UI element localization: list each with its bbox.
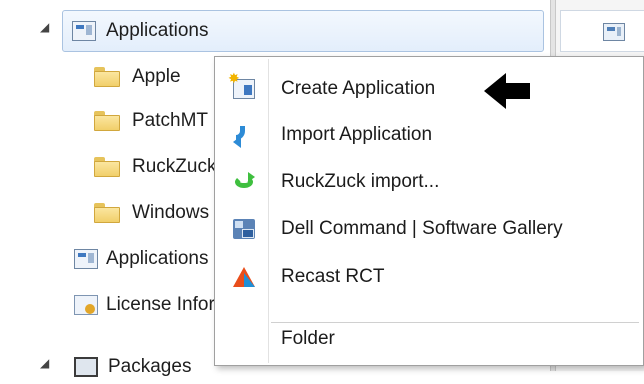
tree-item-label: RuckZuck xyxy=(132,156,217,177)
menu-item-folder[interactable]: Folder xyxy=(217,320,641,358)
folder-icon xyxy=(94,203,120,223)
dell-command-icon xyxy=(233,219,255,239)
tree-item-patchmt[interactable]: PatchMT xyxy=(94,104,208,138)
license-icon xyxy=(74,295,98,315)
tree-item-applications-2[interactable]: Applications xyxy=(74,242,208,276)
folder-icon xyxy=(94,111,120,131)
menu-item-label: RuckZuck import... xyxy=(281,171,440,192)
tree-item-applications[interactable]: Applications xyxy=(72,14,208,48)
ruckzuck-icon xyxy=(233,172,255,192)
folder-icon xyxy=(94,67,120,87)
tree-item-label: PatchMT xyxy=(132,110,209,131)
application-icon xyxy=(72,21,96,41)
menu-item-label: Import Application xyxy=(281,124,433,145)
tree-item-apple[interactable]: Apple xyxy=(94,60,181,94)
black-arrow-pointing-left-icon xyxy=(484,73,530,109)
folder-icon xyxy=(94,157,120,177)
tree-item-label: Apple xyxy=(132,66,181,87)
menu-item-import-application[interactable]: Import Application xyxy=(217,116,641,154)
tree-item-label: Packages xyxy=(108,356,192,377)
import-application-icon xyxy=(233,125,255,148)
tree-item-label: Applications xyxy=(106,20,209,41)
tree-item-label: Windows xyxy=(132,202,210,223)
tree-expander-packages[interactable]: ◢ xyxy=(40,356,49,370)
details-header xyxy=(560,10,644,52)
menu-item-dell-command-software-gallery[interactable]: Dell Command | Software Gallery xyxy=(217,210,641,248)
tree-item-packages[interactable]: Packages xyxy=(74,350,191,384)
menu-item-create-application[interactable]: Create Application xyxy=(217,70,641,108)
tree-item-label: Applications xyxy=(106,248,209,269)
tree-item-ruckzuck[interactable]: RuckZuck xyxy=(94,150,216,184)
menu-item-ruckzuck-import[interactable]: RuckZuck import... xyxy=(217,163,641,201)
create-application-icon xyxy=(228,70,255,99)
application-icon xyxy=(74,249,98,269)
menu-item-recast-rct[interactable]: Recast RCT xyxy=(217,258,641,296)
tree-item-windows[interactable]: Windows xyxy=(94,196,209,230)
menu-item-label: Dell Command | Software Gallery xyxy=(281,218,563,239)
tree-expander-applications[interactable]: ◢ xyxy=(40,20,49,34)
menu-item-label: Folder xyxy=(281,328,335,349)
menu-item-label: Create Application xyxy=(281,78,436,99)
application-icon xyxy=(603,23,625,41)
context-menu: Create Application Import Application Ru… xyxy=(214,56,644,366)
package-icon xyxy=(74,357,98,377)
menu-item-label: Recast RCT xyxy=(281,266,385,287)
